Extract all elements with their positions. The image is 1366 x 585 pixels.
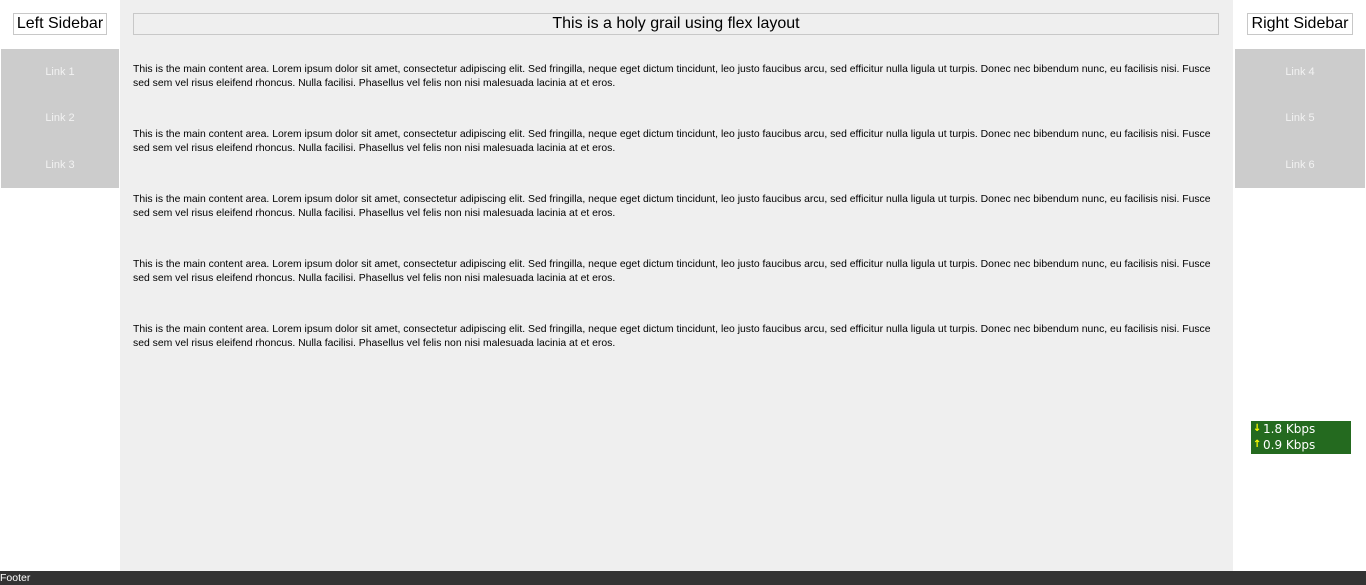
left-sidebar: Left Sidebar Link 1 Link 2 Link 3 [0, 0, 120, 571]
right-sidebar-title: Right Sidebar [1247, 13, 1353, 35]
nav-link-5[interactable]: Link 5 [1235, 95, 1365, 141]
nav-link-1[interactable]: Link 1 [1, 49, 119, 95]
network-speed-widget[interactable]: ↓ 1.8 Kbps ↑ 0.9 Kbps [1251, 421, 1351, 454]
right-sidebar-nav: Link 4 Link 5 Link 6 [1235, 49, 1365, 188]
right-sidebar: Right Sidebar Link 4 Link 5 Link 6 [1233, 0, 1366, 571]
page-title: This is a holy grail using flex layout [133, 13, 1219, 35]
nav-link-4[interactable]: Link 4 [1235, 49, 1365, 95]
upload-speed: 0.9 Kbps [1263, 438, 1316, 452]
left-sidebar-title: Left Sidebar [13, 13, 107, 35]
down-arrow-icon: ↓ [1253, 423, 1262, 434]
nav-link-6[interactable]: Link 6 [1235, 142, 1365, 188]
content-paragraph: This is the main content area. Lorem ips… [133, 324, 1211, 349]
content-paragraph: This is the main content area. Lorem ips… [133, 259, 1211, 284]
main-content: This is a holy grail using flex layout T… [120, 0, 1233, 571]
download-speed-row: ↓ 1.8 Kbps [1253, 421, 1351, 437]
content-paragraph: This is the main content area. Lorem ips… [133, 194, 1211, 219]
left-sidebar-nav: Link 1 Link 2 Link 3 [1, 49, 119, 188]
footer: Footer [0, 571, 1366, 585]
content-paragraph: This is the main content area. Lorem ips… [133, 129, 1211, 154]
nav-link-2[interactable]: Link 2 [1, 95, 119, 141]
holy-grail-layout: Left Sidebar Link 1 Link 2 Link 3 This i… [0, 0, 1366, 571]
upload-speed-row: ↑ 0.9 Kbps [1253, 437, 1351, 453]
download-speed: 1.8 Kbps [1263, 422, 1316, 436]
nav-link-3[interactable]: Link 3 [1, 142, 119, 188]
up-arrow-icon: ↑ [1253, 439, 1262, 450]
content-paragraphs: This is the main content area. Lorem ips… [133, 63, 1219, 388]
content-paragraph: This is the main content area. Lorem ips… [133, 64, 1211, 89]
